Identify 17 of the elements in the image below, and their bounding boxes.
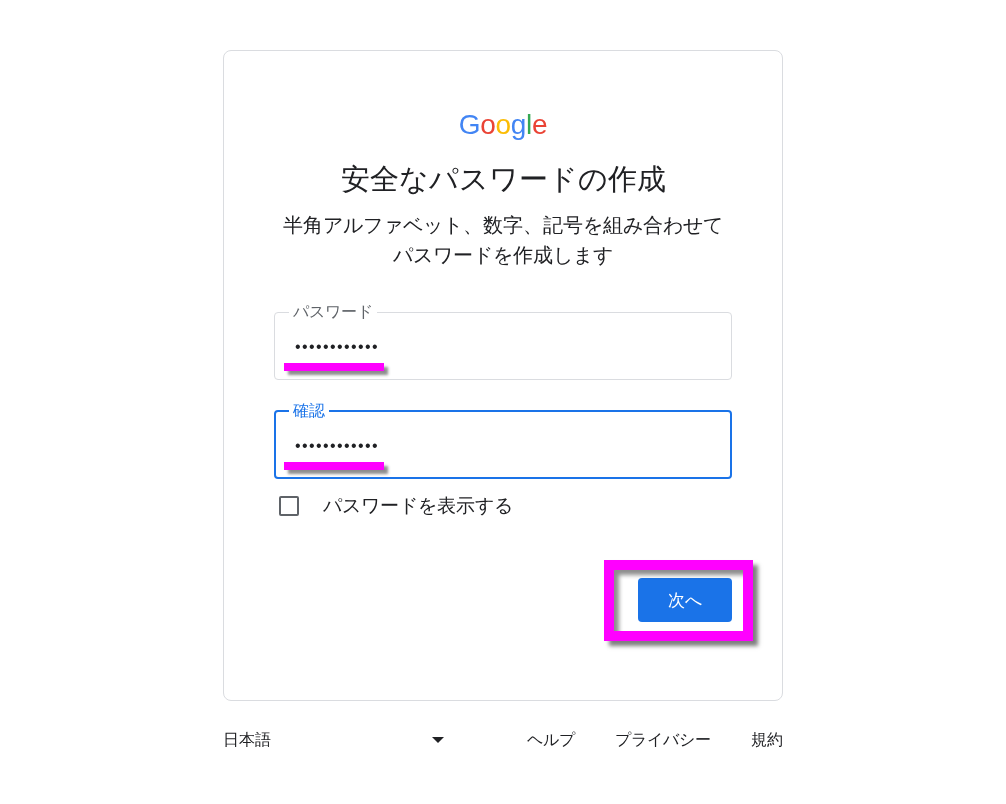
description-text: 半角アルファベット、数字、記号を組み合わせてパスワードを作成します xyxy=(282,213,724,268)
field-label: パスワード xyxy=(292,302,374,322)
show-password-label[interactable]: パスワードを表示する xyxy=(323,495,513,517)
dropdown-caret-icon xyxy=(432,737,444,743)
masked-password-text: •••••••••••• xyxy=(294,436,380,456)
password-field[interactable]: 確認 •••••••••••• xyxy=(274,401,732,479)
page-heading: 安全なパスワードの作成 xyxy=(340,162,666,197)
masked-password-text: •••••••••••• xyxy=(294,337,380,357)
show-password-checkbox[interactable] xyxy=(279,496,299,516)
google-logo: Google xyxy=(458,109,548,141)
language-select[interactable]: 日本語 xyxy=(223,730,444,750)
footer-link[interactable]: プライバシー xyxy=(615,730,711,750)
footer-link[interactable]: 規約 xyxy=(751,730,783,750)
password-field[interactable]: パスワード •••••••••••• xyxy=(274,302,732,380)
field-label: 確認 xyxy=(292,401,326,421)
next-button[interactable]: 次へ xyxy=(638,578,732,622)
footer-link[interactable]: ヘルプ xyxy=(527,730,575,750)
